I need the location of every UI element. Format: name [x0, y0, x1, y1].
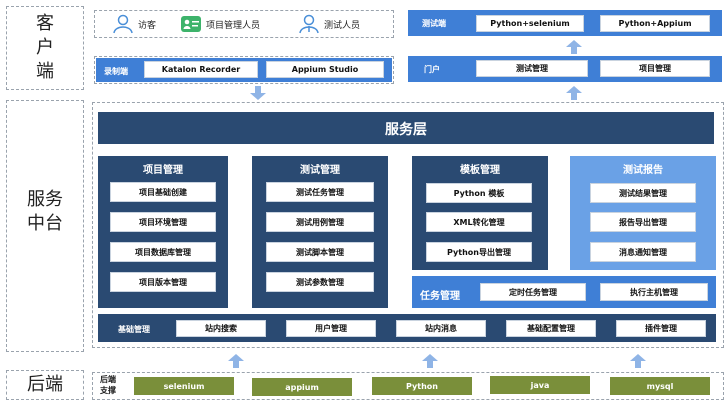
base-mgmt-label: 基础管理: [118, 325, 150, 334]
service-layer-label: 服务 中台: [27, 189, 63, 234]
column-item: Python导出管理: [426, 242, 532, 262]
user-icon: [113, 14, 133, 34]
column-item: 测试用例管理: [266, 212, 374, 232]
backend-item: java: [490, 376, 590, 394]
arrow-up-icon: [566, 40, 582, 54]
base-mgmt-item: 用户管理: [286, 320, 376, 337]
arrow-up-icon: [228, 354, 244, 368]
backend-item: appium: [252, 378, 352, 396]
column-item: 项目版本管理: [110, 272, 216, 292]
arrow-up-icon: [566, 86, 582, 100]
client-layer-label: 客 户 端: [36, 13, 54, 82]
portal-label: 门户: [424, 65, 440, 74]
record-end-item: Katalon Recorder: [144, 61, 258, 78]
backend-item: Python: [372, 377, 472, 395]
role-label: 项目管理人员: [206, 20, 261, 31]
column-item: 项目基础创建: [110, 182, 216, 202]
base-mgmt-item: 站内消息: [396, 320, 486, 337]
portal-item: 项目管理: [600, 60, 710, 77]
column-item: 项目数据库管理: [110, 242, 216, 262]
arrow-up-icon: [422, 354, 438, 368]
backend-support-label: 后端 支撑: [100, 375, 116, 395]
backend-layer-label: 后端: [27, 374, 63, 395]
role-label: 访客: [138, 20, 157, 31]
base-mgmt-item: 插件管理: [616, 320, 706, 337]
column-title: 测试报告: [623, 165, 663, 176]
role-visitor: 访客: [112, 14, 156, 34]
arrow-up-icon: [630, 354, 646, 368]
record-end-item: Appium Studio: [266, 61, 384, 78]
tester-icon: [299, 14, 319, 34]
column-item: Python 模板: [426, 183, 532, 203]
column-item: 报告导出管理: [590, 212, 696, 232]
arrow-down-icon: [250, 86, 266, 100]
service-layer-title: 服务层: [385, 122, 427, 138]
column-title: 测试管理: [300, 165, 340, 176]
role-label: 测试人员: [324, 20, 361, 31]
column-item: 消息通知管理: [590, 242, 696, 262]
test-end-item: Python+selenium: [476, 15, 584, 32]
backend-item: mysql: [610, 377, 710, 395]
backend-item: selenium: [134, 377, 234, 395]
base-mgmt-item: 站内搜索: [176, 320, 266, 337]
column-item: XML转化管理: [426, 212, 532, 232]
column-item: 测试参数管理: [266, 272, 374, 292]
base-mgmt-item: 基础配置管理: [506, 320, 596, 337]
record-end-label: 录制端: [104, 67, 128, 76]
test-end-label: 测试端: [422, 19, 446, 28]
id-card-icon: [181, 16, 201, 32]
column-item: 测试结果管理: [590, 183, 696, 203]
task-mgmt-item: 执行主机管理: [600, 283, 708, 301]
test-end-item: Python+Appium: [600, 15, 710, 32]
role-project-manager: 项目管理人员: [180, 14, 260, 34]
column-title: 项目管理: [143, 165, 183, 176]
column-item: 项目环境管理: [110, 212, 216, 232]
role-tester: 测试人员: [298, 14, 360, 34]
task-mgmt-label: 任务管理: [420, 291, 460, 302]
column-item: 测试任务管理: [266, 182, 374, 202]
column-title: 模板管理: [460, 165, 500, 176]
task-mgmt-item: 定时任务管理: [480, 283, 586, 301]
portal-item: 测试管理: [476, 60, 588, 77]
column-item: 测试脚本管理: [266, 242, 374, 262]
